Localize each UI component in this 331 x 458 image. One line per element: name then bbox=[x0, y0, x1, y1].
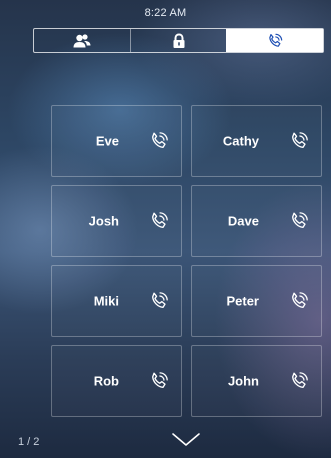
contact-card-miki[interactable]: Miki bbox=[51, 265, 182, 337]
phone-call-icon[interactable] bbox=[148, 210, 170, 232]
phone-call-icon[interactable] bbox=[288, 370, 310, 392]
contact-name: Eve bbox=[95, 133, 119, 149]
contact-name: Peter bbox=[226, 293, 259, 309]
status-time: 8:22 AM bbox=[144, 7, 187, 19]
tab-bar bbox=[33, 28, 324, 53]
chevron-down-icon[interactable] bbox=[171, 431, 201, 449]
contact-name: Dave bbox=[227, 213, 259, 229]
contact-card-eve[interactable]: Eve bbox=[51, 105, 182, 177]
contact-card-peter[interactable]: Peter bbox=[191, 265, 322, 337]
phone-call-icon[interactable] bbox=[288, 210, 310, 232]
contact-name: Cathy bbox=[222, 133, 259, 149]
contact-name: Rob bbox=[93, 373, 119, 389]
contact-name: John bbox=[227, 373, 259, 389]
phone-call-icon[interactable] bbox=[148, 290, 170, 312]
contact-name: Miki bbox=[93, 293, 119, 309]
contact-card-john[interactable]: John bbox=[191, 345, 322, 417]
phone-call-icon bbox=[265, 32, 285, 50]
intercom-screen: 8:22 AM Eve Cathy Josh Dave Miki Peter R… bbox=[0, 0, 331, 458]
tab-contacts[interactable] bbox=[34, 29, 130, 52]
tab-call[interactable] bbox=[226, 29, 324, 52]
contact-name: Josh bbox=[88, 213, 119, 229]
phone-call-icon[interactable] bbox=[288, 130, 310, 152]
contacts-icon bbox=[72, 33, 92, 49]
contact-card-dave[interactable]: Dave bbox=[191, 185, 322, 257]
lock-icon bbox=[171, 32, 187, 49]
page-indicator: 1 / 2 bbox=[18, 436, 40, 448]
phone-call-icon[interactable] bbox=[148, 130, 170, 152]
phone-call-icon[interactable] bbox=[148, 370, 170, 392]
phone-call-icon[interactable] bbox=[288, 290, 310, 312]
tab-unlock[interactable] bbox=[129, 29, 227, 52]
contact-card-cathy[interactable]: Cathy bbox=[191, 105, 322, 177]
contact-card-josh[interactable]: Josh bbox=[51, 185, 182, 257]
contact-card-rob[interactable]: Rob bbox=[51, 345, 182, 417]
